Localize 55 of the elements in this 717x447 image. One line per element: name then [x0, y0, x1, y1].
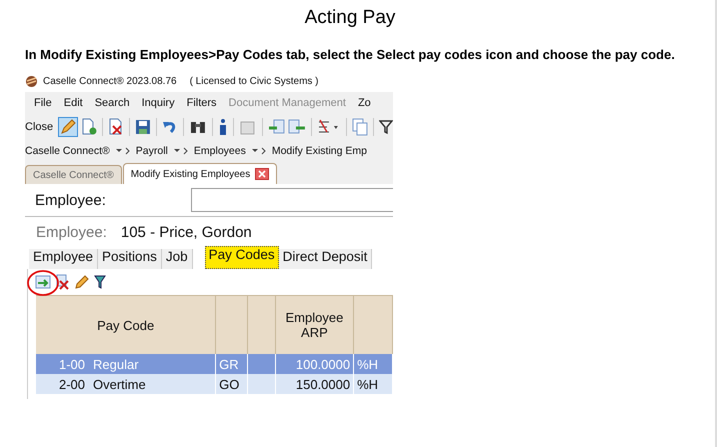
table-cell: 150.0000	[276, 374, 354, 394]
close-button[interactable]: Close	[25, 121, 54, 133]
table-cell-text: 2-00	[58, 376, 85, 392]
delete-document-icon[interactable]	[108, 118, 124, 136]
license-text: ( Licensed to Civic Systems )	[190, 76, 319, 86]
copy-icon[interactable]	[352, 118, 368, 136]
table-cell-text: 1-00	[58, 356, 85, 372]
filter-icon[interactable]	[94, 275, 106, 289]
tab[interactable]: Pay Codes	[204, 246, 279, 269]
menu-item[interactable]: Edit	[64, 97, 83, 109]
caret-chevron-icon[interactable]	[250, 147, 267, 155]
circle-annotation	[26, 269, 60, 297]
save-icon[interactable]	[134, 119, 151, 135]
document-tab[interactable]: Modify Existing Employees	[122, 163, 278, 184]
pencil-icon[interactable]	[58, 117, 78, 137]
menu-item[interactable]: Inquiry	[142, 97, 175, 109]
employee-value: 105 - Price, Gordon	[120, 224, 252, 240]
tab[interactable]: Job	[162, 249, 193, 269]
app-logo-icon	[25, 74, 38, 88]
delete-icon[interactable]	[56, 274, 70, 290]
filter-icon[interactable]	[379, 119, 393, 135]
pencil-icon[interactable]	[74, 274, 90, 290]
table-cell: Regular	[93, 356, 139, 372]
info-icon[interactable]	[218, 118, 228, 136]
add-document-icon[interactable]	[81, 118, 98, 136]
select-pay-codes-icon[interactable]	[34, 274, 52, 290]
export-icon[interactable]	[288, 119, 306, 135]
table-cell: %H	[354, 374, 393, 394]
page-title: Acting Pay	[304, 6, 396, 29]
menu-item[interactable]: Search	[94, 97, 130, 109]
document-tab[interactable]: Caselle Connect®	[25, 165, 122, 184]
import-icon[interactable]	[268, 119, 286, 135]
caret-chevron-icon[interactable]	[172, 147, 189, 155]
binoculars-icon[interactable]	[188, 119, 207, 135]
breadcrumb-link[interactable]: Caselle Connect®	[25, 145, 110, 157]
menu-item[interactable]: Zo	[358, 97, 371, 109]
app-title: Caselle Connect® 2023.08.76	[43, 76, 177, 86]
breadcrumb-link[interactable]: Modify Existing Emp	[272, 145, 367, 157]
menu-item[interactable]: Filters	[186, 97, 217, 109]
table-cell: GO	[216, 374, 248, 394]
tab[interactable]: Employee	[29, 249, 98, 269]
caret-chevron-icon[interactable]	[114, 147, 131, 155]
tab[interactable]: Positions	[98, 249, 162, 269]
undo-icon[interactable]	[162, 119, 178, 135]
tab[interactable]: Direct Deposit	[278, 249, 372, 269]
table-row[interactable]: 2-00 Overtime GO 150.0000 %H	[36, 374, 393, 394]
employee-input-field[interactable]	[191, 188, 393, 212]
breadcrumb-link[interactable]: Payroll	[136, 145, 168, 157]
close-icon[interactable]	[255, 168, 270, 180]
table-cell: Overtime	[93, 376, 146, 392]
breadcrumb-link[interactable]: Employees	[194, 145, 246, 157]
employee-label: Employee:	[36, 224, 107, 240]
instruction-text: In Modify Existing Employees>Pay Codes tab, select the Select pay codes icon and choose the pay code.	[25, 47, 676, 62]
menu-item[interactable]: File	[34, 97, 52, 109]
field-label: Employee:	[35, 192, 107, 208]
